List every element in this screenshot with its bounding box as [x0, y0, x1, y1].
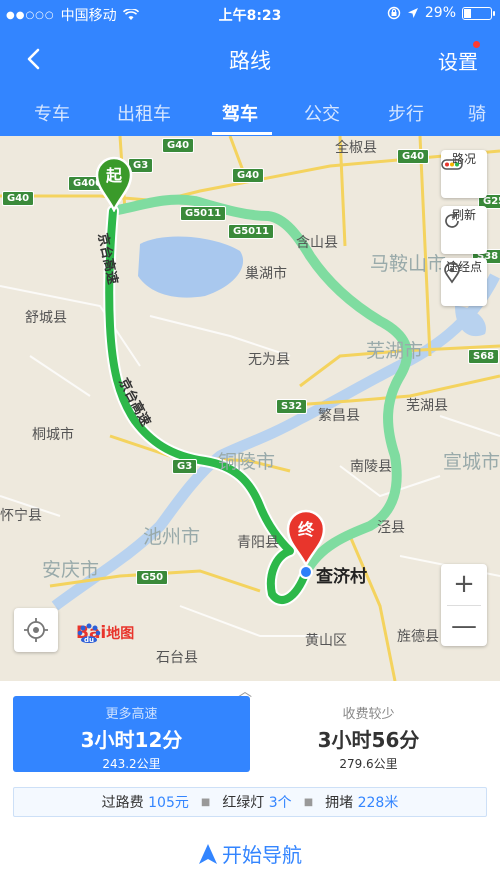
place-label: 怀宁县	[0, 508, 42, 524]
chaohu-lake	[138, 236, 244, 298]
route-time: 3小时12分	[80, 728, 183, 752]
tab-walking[interactable]: 步行	[388, 100, 424, 126]
route-option-2[interactable]: 收费较少 3小时56分 279.6公里	[250, 696, 487, 772]
start-pin-label: 起	[105, 166, 123, 185]
toll-value: 105元	[148, 795, 189, 811]
transport-tabs: 专车 出租车 驾车 公交 步行 骑	[0, 88, 500, 136]
paw-icon: du	[77, 623, 101, 644]
highway-shield: S32	[276, 399, 308, 414]
settings-button[interactable]: 设置	[438, 46, 478, 75]
place-label: 全椒县	[335, 140, 377, 156]
place-label: 石台县	[156, 650, 198, 666]
highway-shield: G40	[2, 191, 35, 206]
rotation-lock-icon	[387, 6, 401, 20]
place-label: 芜湖市	[366, 340, 424, 362]
toll-label: 过路费	[101, 795, 144, 811]
zoom-out-button[interactable]: —	[441, 606, 487, 647]
start-navigation-label: 开始导航	[222, 843, 302, 867]
active-tab-indicator	[212, 132, 272, 135]
refresh-button[interactable]: 刷新	[441, 206, 487, 254]
route-time: 3小时56分	[317, 728, 420, 752]
tab-driving[interactable]: 驾车	[222, 100, 258, 126]
route-tag: 更多高速	[105, 707, 158, 722]
highway-shield: G5011	[180, 206, 227, 221]
traffic-button[interactable]: 路况	[441, 150, 487, 198]
lights-label: 红绿灯	[222, 795, 265, 811]
place-label: 舒城县	[25, 310, 67, 326]
my-location-button[interactable]	[14, 608, 58, 652]
place-label: 泾县	[377, 520, 405, 536]
highway-shield: G40	[397, 149, 430, 164]
refresh-icon	[445, 211, 459, 228]
route-distance: 243.2公里	[102, 757, 161, 771]
jam-label: 拥堵	[325, 795, 354, 811]
place-label: 繁昌县	[318, 408, 360, 424]
end-pin-icon: 终	[286, 509, 326, 567]
route-info-bar: 过路费 105元 ■ 红绿灯 3个 ■ 拥堵 228米	[13, 787, 487, 817]
crosshair-icon	[24, 618, 48, 642]
place-label: 桐城市	[32, 427, 74, 443]
route-panel: ︿ 更多高速 3小时12分 243.2公里 收费较少 3小时56分 279.6公…	[0, 681, 500, 889]
waypoints-button[interactable]: 途经点	[441, 258, 487, 306]
map-view[interactable]: 全椒县 含山县 巢湖市 马鞍山市 舒城县 芜湖市 无为县 桐城市 繁昌县 芜湖县…	[0, 136, 500, 681]
nav-bar: 路线 设置	[0, 28, 500, 88]
end-pin-label: 终	[298, 520, 315, 539]
destination-dot	[299, 565, 313, 579]
zoom-controls: + —	[441, 564, 487, 646]
place-label: 安庆市	[42, 559, 100, 581]
notification-dot	[473, 41, 480, 48]
place-label: 黄山区	[305, 633, 347, 649]
traffic-light-icon	[441, 159, 463, 170]
place-label: 青阳县	[237, 535, 279, 551]
route-tag: 收费较少	[342, 707, 395, 722]
highway-shield: G5011	[228, 224, 275, 239]
jam-value: 228米	[357, 795, 399, 811]
highway-shield: G40	[162, 138, 195, 153]
place-label: 无为县	[248, 352, 290, 368]
navigation-arrow-icon	[199, 844, 217, 864]
place-label: 巢湖市	[245, 266, 287, 282]
location-arrow-icon	[407, 8, 418, 18]
svg-text:du: du	[84, 636, 94, 644]
tab-cycling[interactable]: 骑	[468, 100, 486, 126]
route-distance: 279.6公里	[339, 757, 398, 771]
lights-value: 3个	[268, 795, 292, 811]
start-navigation-button[interactable]: 开始导航	[0, 839, 500, 868]
tab-special-car[interactable]: 专车	[34, 100, 70, 126]
highway-shield: G40	[232, 168, 265, 183]
start-pin-icon: 起	[95, 156, 133, 212]
place-label: 旌德县	[397, 629, 439, 645]
page-title: 路线	[229, 49, 271, 73]
status-bar: ●●○○○ 中国移动 上午8:23 29%	[0, 0, 500, 28]
place-label: 池州市	[143, 526, 201, 548]
battery-icon	[462, 6, 495, 20]
highway-shield: G50	[136, 570, 169, 585]
place-label: 宣城市	[443, 451, 500, 473]
location-pin-icon	[444, 262, 460, 284]
place-label: 南陵县	[350, 459, 392, 475]
highway-shield: S68	[468, 349, 500, 364]
battery-percent: 29%	[424, 5, 456, 21]
place-label: 马鞍山市	[370, 253, 447, 275]
place-label: 铜陵市	[218, 451, 276, 473]
tab-taxi[interactable]: 出租车	[117, 100, 171, 126]
tab-transit[interactable]: 公交	[304, 100, 340, 126]
place-label: 含山县	[296, 235, 338, 251]
baidu-logo: Bai du 地图	[76, 623, 135, 644]
place-label: 芜湖县	[406, 398, 448, 414]
route-option-1[interactable]: 更多高速 3小时12分 243.2公里	[13, 696, 250, 772]
highway-shield: G3	[172, 459, 198, 474]
zoom-in-button[interactable]: +	[441, 564, 487, 605]
